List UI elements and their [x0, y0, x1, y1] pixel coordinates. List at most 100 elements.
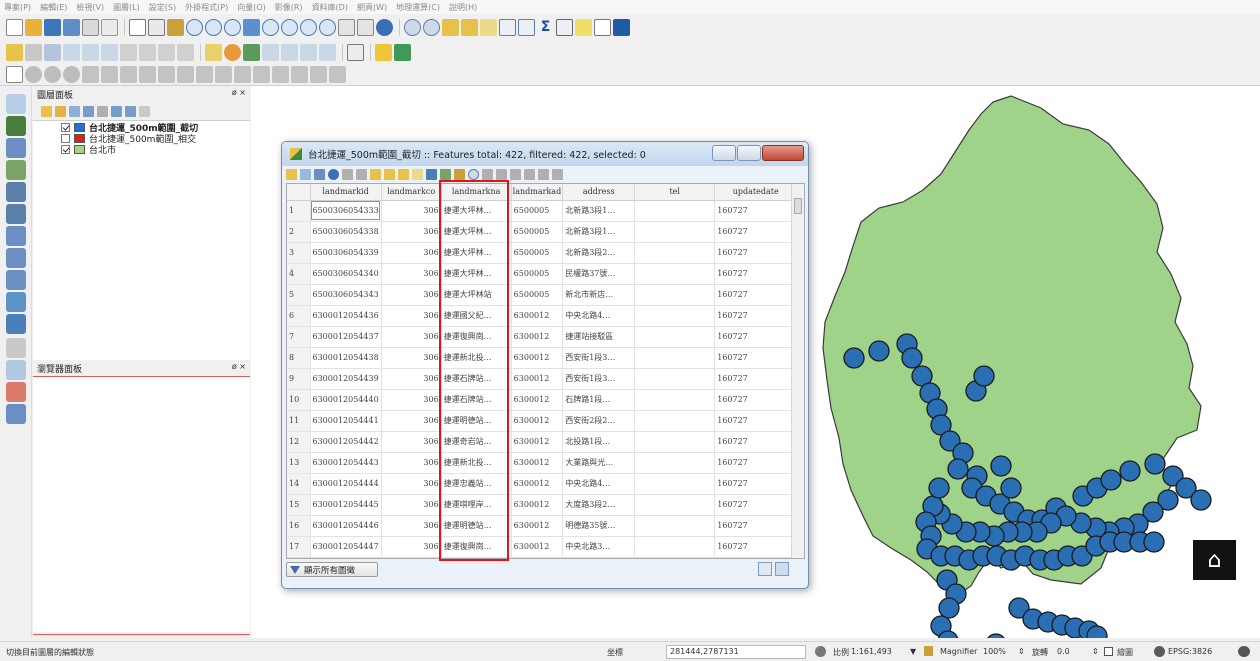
reload-table-icon[interactable] [328, 169, 339, 180]
menu-item[interactable]: 專案(P) [4, 2, 31, 13]
deselect-icon[interactable] [480, 18, 497, 36]
table-row[interactable]: 12 6300012054442 306 捷運奇岩站… 6300012 北投路1段… 160… [287, 431, 798, 453]
table-cell[interactable]: 306 [381, 494, 442, 516]
table-cell[interactable]: 6300012054446 [310, 515, 382, 537]
table-cell[interactable]: 306 [381, 536, 442, 558]
zoom-to-selection-icon[interactable] [262, 18, 279, 36]
zoom-full-icon[interactable] [243, 18, 260, 36]
add-virtual-layer-icon[interactable] [6, 338, 26, 358]
table-cell[interactable]: 6500005 [511, 284, 564, 306]
column-header[interactable]: updatedate [714, 184, 798, 201]
table-cell[interactable]: 6300012 [511, 557, 564, 558]
table-row[interactable]: 16 6300012054446 306 捷運明德站… 6300012 明德路35號… 16… [287, 515, 798, 537]
delete-selected-icon[interactable] [120, 43, 137, 61]
table-cell[interactable]: 6300012054442 [310, 431, 382, 453]
open-project-icon[interactable] [25, 18, 42, 36]
add-mssql-icon[interactable] [6, 204, 26, 224]
table-cell[interactable] [634, 494, 716, 516]
table-cell[interactable]: 160727 [714, 557, 798, 558]
new-field-icon[interactable] [510, 169, 521, 180]
table-cell[interactable]: 捷運石牌站… [441, 368, 512, 390]
table-cell[interactable]: 6300012054436 [310, 305, 382, 327]
table-cell[interactable]: 捷運奇岩站… [441, 431, 512, 453]
table-cell[interactable] [634, 263, 716, 285]
coordinate-field[interactable]: 281444,2787131 [666, 645, 806, 659]
table-cell[interactable]: 捷運明德站… [441, 515, 512, 537]
table-cell[interactable]: 6300012054439 [310, 368, 382, 390]
table-cell[interactable]: 306 [381, 242, 442, 264]
menu-item[interactable]: 地理運算(C) [396, 2, 440, 13]
add-delimited-text-icon[interactable] [6, 138, 26, 158]
menu-item[interactable]: 影像(R) [275, 2, 303, 13]
label-icon[interactable] [205, 43, 222, 61]
save-as-icon[interactable] [63, 18, 80, 36]
add-part-icon[interactable] [120, 66, 137, 83]
help-icon[interactable] [613, 18, 630, 36]
move-label-icon[interactable] [262, 43, 279, 61]
table-cell[interactable]: 捷運忠義站… [441, 473, 512, 495]
toggle-editing-icon[interactable] [25, 43, 42, 61]
table-cell[interactable]: 6500005 [511, 200, 564, 222]
table-cell[interactable]: 6300012054447 [310, 536, 382, 558]
table-cell[interactable]: 160727 [714, 410, 798, 432]
table-row[interactable]: 15 6300012054445 306 捷運唭哩岸… 6300012 大度路3段2… 16… [287, 494, 798, 516]
conditional-formatting-icon[interactable] [552, 169, 563, 180]
table-cell[interactable]: 明德路35號… [562, 515, 636, 537]
multi-edit-icon[interactable] [300, 169, 311, 180]
table-cell[interactable]: 北新路3段2… [562, 242, 636, 264]
table-cell[interactable]: 石牌路1段… [562, 389, 636, 411]
table-cell[interactable]: 西安街1段3… [562, 347, 636, 369]
add-group-icon[interactable] [55, 105, 66, 117]
table-cell[interactable]: 160727 [714, 305, 798, 327]
map-tips-icon[interactable] [575, 18, 592, 36]
table-row[interactable]: 13 6300012054443 306 捷運新北投… 6300012 大業路與光… 160… [287, 452, 798, 474]
panel-float-close-icon[interactable]: ø × [232, 362, 246, 371]
add-ring-icon[interactable] [101, 66, 118, 83]
filter-expression-icon[interactable] [97, 105, 108, 117]
redo-icon[interactable] [44, 66, 61, 83]
table-cell[interactable]: 西安街2段2… [562, 410, 636, 432]
column-header[interactable]: address [562, 184, 636, 201]
table-cell[interactable]: 6500306054339 [310, 242, 382, 264]
change-label-icon[interactable] [300, 43, 317, 61]
table-row[interactable]: 6 6300012054436 306 捷運國父紀… 6300012 中央北路4… 1607… [287, 305, 798, 327]
refresh-icon[interactable] [376, 18, 393, 36]
table-cell[interactable]: 北新路3段1… [562, 200, 636, 222]
show-hide-labels-icon[interactable] [243, 43, 260, 61]
table-cell[interactable]: 捷運大坪林… [441, 242, 512, 264]
table-cell[interactable] [634, 368, 716, 390]
add-postgis-icon[interactable] [6, 182, 26, 202]
table-cell[interactable]: 6300012 [511, 410, 564, 432]
table-cell[interactable]: 捷運新北投… [441, 452, 512, 474]
table-cell[interactable]: 160727 [714, 452, 798, 474]
table-cell[interactable]: 中央北路4… [562, 305, 636, 327]
menu-item[interactable]: 網頁(W) [357, 2, 387, 13]
table-cell[interactable] [634, 284, 716, 306]
table-cell[interactable]: 中央北路4… [562, 473, 636, 495]
row-number[interactable]: 9 [287, 368, 311, 390]
menu-item[interactable]: 圖層(L) [113, 2, 140, 13]
table-cell[interactable]: 160727 [714, 389, 798, 411]
table-row[interactable]: 10 6300012054440 306 捷運石牌站… 6300012 石牌路1段… 160… [287, 389, 798, 411]
table-row[interactable]: 11 6300012054441 306 捷運明德站… 6300012 西安街2段2… 16… [287, 410, 798, 432]
deselect-all-icon[interactable] [412, 169, 423, 180]
table-cell[interactable] [634, 536, 716, 558]
browser-tree[interactable] [33, 376, 250, 632]
select-all-icon[interactable] [384, 169, 395, 180]
row-number[interactable]: 13 [287, 452, 311, 474]
collapse-all-icon[interactable] [125, 105, 136, 117]
add-spatialite-icon[interactable] [6, 160, 26, 180]
table-cell[interactable]: 捷運北投站… [441, 557, 512, 558]
new-gps-layer-icon[interactable] [6, 404, 26, 424]
table-cell[interactable]: 6300012054443 [310, 452, 382, 474]
table-row[interactable]: 5 6500306054343 306 捷運大坪林站 6500005 新北市新店… 1607… [287, 284, 798, 306]
column-header[interactable]: landmarkco [381, 184, 442, 201]
table-cell[interactable]: 捷運復興崗… [441, 536, 512, 558]
field-calculator-icon[interactable] [538, 169, 549, 180]
remove-layer-icon[interactable] [139, 105, 150, 117]
menu-item[interactable]: 外掛程式(P) [185, 2, 228, 13]
split-features-icon[interactable] [234, 66, 251, 83]
table-cell[interactable]: 6300012054445 [310, 494, 382, 516]
table-cell[interactable]: 6300012054438 [310, 347, 382, 369]
lock-scale-icon[interactable] [924, 646, 933, 656]
